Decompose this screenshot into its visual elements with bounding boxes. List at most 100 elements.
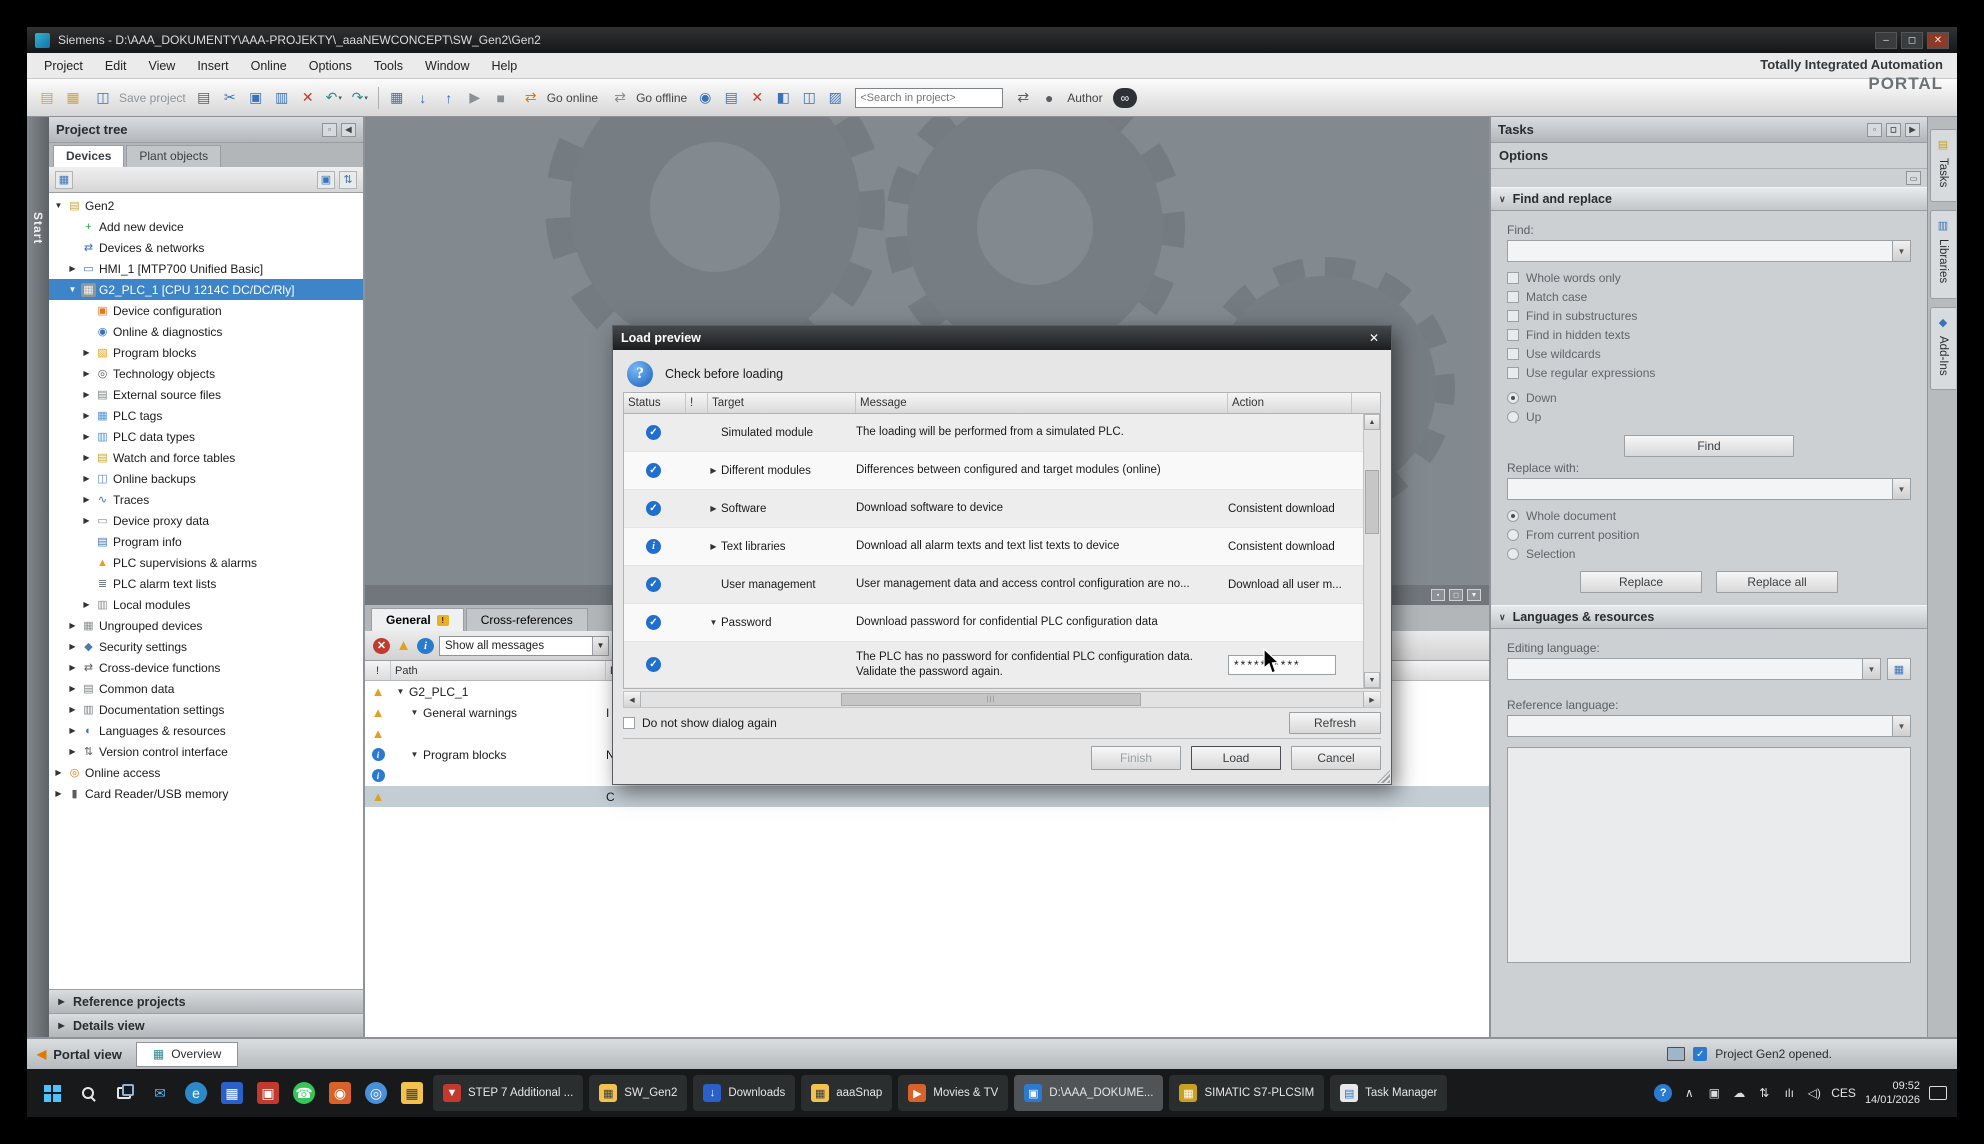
- row-expander-icon[interactable]: ▶: [708, 504, 719, 513]
- tree-footer-section[interactable]: ▶ Reference projects: [49, 989, 363, 1013]
- expand-panel-icon[interactable]: ▶: [1905, 123, 1920, 137]
- scrollbar-thumb[interactable]: [1365, 470, 1379, 534]
- delete-icon[interactable]: ✕: [296, 86, 320, 110]
- find-option-checkbox[interactable]: Find in substructures: [1507, 306, 1911, 325]
- chevron-down-icon[interactable]: ▼: [1892, 716, 1910, 736]
- pinned-app-button[interactable]: ▣: [253, 1075, 283, 1111]
- tree-item[interactable]: ▶ ▦ Ungrouped devices: [49, 615, 363, 636]
- tree-item[interactable]: ▶ ▦ PLC tags: [49, 405, 363, 426]
- tree-item[interactable]: ▶ ▤ Common data: [49, 678, 363, 699]
- network-icon[interactable]: ılı: [1781, 1085, 1797, 1101]
- print-icon[interactable]: ▤: [192, 86, 216, 110]
- pinned-app-button[interactable]: e: [181, 1075, 211, 1111]
- tree-item[interactable]: ▶ ◆ Security settings: [49, 636, 363, 657]
- load-preview-row[interactable]: ✓ The PLC has no password for confidenti…: [624, 642, 1363, 688]
- row-expander-icon[interactable]: ▼: [708, 618, 719, 627]
- find-input[interactable]: ▼: [1507, 240, 1911, 262]
- dialog-title-bar[interactable]: Load preview ✕: [613, 326, 1391, 350]
- taskbar-search-button[interactable]: [73, 1075, 103, 1111]
- teamcenter-button[interactable]: ∞: [1113, 88, 1138, 108]
- chevron-down-icon[interactable]: ▼: [1892, 479, 1910, 499]
- tree-expander-icon[interactable]: ▼: [53, 201, 64, 210]
- tree-expander-icon[interactable]: ▶: [81, 432, 92, 441]
- find-replace-section-header[interactable]: ∨ Find and replace: [1491, 187, 1927, 211]
- start-flap[interactable]: Start: [27, 117, 49, 1037]
- tree-expander-icon[interactable]: ▶: [81, 600, 92, 609]
- save-project-button[interactable]: ◫ Save project: [87, 86, 190, 110]
- load-preview-row[interactable]: i ▶ Text libraries Download all alarm te…: [624, 528, 1363, 566]
- download-to-device-icon[interactable]: ↓: [411, 86, 435, 110]
- refresh-button[interactable]: Refresh: [1289, 712, 1381, 734]
- load-button[interactable]: Load: [1191, 746, 1281, 770]
- search-direction-radio[interactable]: Down: [1507, 388, 1911, 407]
- taskbar-clock[interactable]: 09:52 14/01/2026: [1865, 1079, 1920, 1108]
- tree-item[interactable]: ▶ ⇅ Version control interface: [49, 741, 363, 762]
- accessible-devices-icon[interactable]: ◉: [693, 86, 717, 110]
- do-not-show-checkbox[interactable]: [623, 717, 635, 729]
- tree-item[interactable]: ◉ Online & diagnostics: [49, 321, 363, 342]
- tree-item[interactable]: ▶ ▤ Watch and force tables: [49, 447, 363, 468]
- taskbar-app-button[interactable]: ▦ SIMATIC S7-PLCSIM: [1169, 1075, 1324, 1111]
- menu-item[interactable]: Tools: [363, 55, 414, 77]
- new-project-icon[interactable]: ▤: [35, 86, 59, 110]
- replace-input[interactable]: ▼: [1507, 478, 1911, 500]
- taskbar-app-button[interactable]: ▦ aaaSnap: [801, 1075, 892, 1111]
- scroll-up-icon[interactable]: ▲: [1364, 414, 1380, 430]
- tree-item[interactable]: ▲ PLC supervisions & alarms: [49, 552, 363, 573]
- split-editor-horizontal-icon[interactable]: ◧: [771, 86, 795, 110]
- tree-item[interactable]: ▶ ▭ HMI_1 [MTP700 Unified Basic]: [49, 258, 363, 279]
- pin-panel-icon[interactable]: ▫: [322, 123, 337, 137]
- menu-item[interactable]: Insert: [186, 55, 239, 77]
- minimize-button[interactable]: –: [1875, 32, 1897, 49]
- portal-view-button[interactable]: ◀ Portal view: [37, 1047, 122, 1062]
- tree-expander-icon[interactable]: ▶: [67, 642, 78, 651]
- action-value[interactable]: Consistent download: [1228, 541, 1335, 553]
- pinned-app-button[interactable]: ◉: [325, 1075, 355, 1111]
- replace-scope-radio[interactable]: Selection: [1507, 544, 1911, 563]
- split-editor-vertical-icon[interactable]: ◫: [797, 86, 821, 110]
- tree-expander-icon[interactable]: ▶: [81, 495, 92, 504]
- horizontal-scrollbar[interactable]: ◀ ||| ▶: [623, 691, 1381, 708]
- find-option-checkbox[interactable]: Use wildcards: [1507, 344, 1911, 363]
- inspector-tab[interactable]: General !: [371, 608, 464, 631]
- show-hidden-windows-icon[interactable]: ▨: [823, 86, 847, 110]
- onedrive-icon[interactable]: ☁: [1731, 1085, 1747, 1101]
- tree-item[interactable]: ▶ ◎ Online access: [49, 762, 363, 783]
- taskbar-app-button[interactable]: ▣ D:\AAA_DOKUME...: [1014, 1075, 1163, 1111]
- info-filter-icon[interactable]: i: [417, 638, 434, 654]
- menu-item[interactable]: Edit: [94, 55, 138, 77]
- tree-expander-icon[interactable]: ▶: [81, 369, 92, 378]
- copy-icon[interactable]: ▣: [244, 86, 268, 110]
- row-expander-icon[interactable]: ▶: [708, 542, 719, 551]
- start-cpu-icon[interactable]: ▶: [463, 86, 487, 110]
- chevron-down-icon[interactable]: ▼: [1892, 241, 1910, 261]
- redo-icon[interactable]: ↷: [348, 86, 372, 110]
- replace-button[interactable]: Replace: [1580, 571, 1702, 593]
- load-preview-row[interactable]: ✓ ▼ Password Download password for confi…: [624, 604, 1363, 642]
- go-online-button[interactable]: ⇄ Go online: [515, 86, 602, 110]
- find-option-checkbox[interactable]: Find in hidden texts: [1507, 325, 1911, 344]
- pinned-app-button[interactable]: ◎: [361, 1075, 391, 1111]
- receive-alarms-icon[interactable]: ▤: [719, 86, 743, 110]
- inspector-tab[interactable]: Cross-references: [466, 608, 588, 631]
- tree-footer-section[interactable]: ▶ Details view: [49, 1013, 363, 1037]
- tree-item[interactable]: ▶ ◐ Languages & resources: [49, 720, 363, 741]
- close-button[interactable]: ✕: [1927, 32, 1949, 49]
- hidden-icons-chevron[interactable]: ∧: [1681, 1085, 1697, 1101]
- float-panel-icon[interactable]: ◻: [1886, 123, 1901, 137]
- tree-expander-icon[interactable]: ▶: [67, 747, 78, 756]
- tree-tab[interactable]: Devices: [53, 145, 124, 167]
- inspector-message-row[interactable]: ▲ C: [365, 786, 1489, 807]
- scroll-right-icon[interactable]: ▶: [1363, 692, 1380, 707]
- help-icon[interactable]: ?: [1654, 1084, 1672, 1102]
- tree-view-icon[interactable]: ▦: [55, 171, 73, 189]
- paste-icon[interactable]: ▥: [270, 86, 294, 110]
- notifications-icon[interactable]: [1929, 1086, 1947, 1100]
- action-value[interactable]: Consistent download: [1228, 503, 1335, 515]
- menu-item[interactable]: Project: [33, 55, 94, 77]
- side-tab[interactable]: ◆ Add-Ins: [1930, 307, 1956, 391]
- tree-expander-icon[interactable]: ▶: [67, 663, 78, 672]
- search-direction-radio[interactable]: Up: [1507, 407, 1911, 426]
- find-button[interactable]: Find: [1624, 435, 1794, 457]
- dialog-close-icon[interactable]: ✕: [1365, 331, 1383, 345]
